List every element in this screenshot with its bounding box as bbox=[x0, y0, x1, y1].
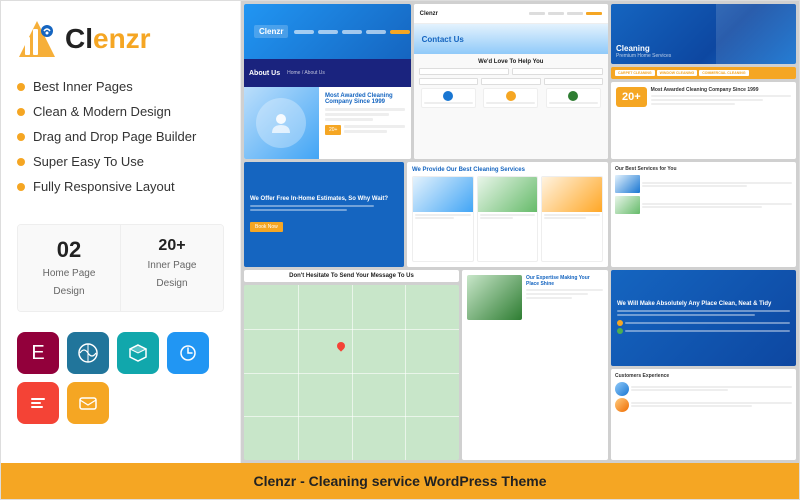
stat-label-2: Inner Page Design bbox=[148, 260, 197, 289]
stat-home-page: 02 Home Page Design bbox=[18, 225, 121, 311]
preview-about-header: Clenzr bbox=[244, 4, 411, 59]
elementorkit-icon bbox=[17, 382, 59, 424]
nav-dot bbox=[342, 30, 362, 34]
footer-text: Clenzr - Cleaning service WordPress Them… bbox=[253, 473, 546, 489]
nav-dot bbox=[318, 30, 338, 34]
customers-title: Customers Experience bbox=[615, 373, 792, 379]
about-us-label: About Us bbox=[249, 70, 280, 77]
best-services-title: Our Best Services for You bbox=[615, 166, 792, 172]
contact-logo-small: Clenzr bbox=[420, 11, 438, 17]
cleaning-subtitle: Premium Home Services bbox=[616, 53, 791, 59]
sidebar: Clenzr Best Inner Pages Clean & Modern D… bbox=[1, 1, 241, 463]
stat-number-2: 20+ bbox=[133, 237, 211, 255]
mailchimp-icon bbox=[67, 382, 109, 424]
stats-row: 02 Home Page Design 20+ Inner Page Desig… bbox=[17, 224, 224, 312]
feature-item-4: Super Easy To Use bbox=[17, 154, 224, 169]
awarded-title-preview: Most Awarded Cleaning Company Since 1999 bbox=[325, 93, 405, 105]
awarded-title-right: Most Awarded Cleaning Company Since 1999 bbox=[651, 87, 791, 93]
cat-tag-3: COMMERCIAL CLEANING bbox=[699, 70, 748, 76]
expertise-title: Our Expertise Making Your Place Shine bbox=[526, 275, 603, 287]
feature-item-2: Clean & Modern Design bbox=[17, 104, 224, 119]
contact-title-tiny: Contact Us bbox=[422, 35, 464, 44]
awarded-number-right: 20+ bbox=[616, 87, 647, 107]
about-breadcrumb: Home / About Us bbox=[287, 70, 325, 76]
icons-grid: E bbox=[17, 332, 224, 424]
preview-logo-small: Clenzr bbox=[254, 25, 288, 38]
nav-dot bbox=[390, 30, 410, 34]
text-bar-3 bbox=[325, 118, 373, 121]
preview-nav-dots bbox=[294, 30, 410, 34]
stat-number-1: 02 bbox=[30, 237, 108, 263]
awarded-number-badge: 20+ bbox=[325, 125, 341, 135]
feature-item-5: Fully Responsive Layout bbox=[17, 179, 224, 194]
preview-about: Clenzr About Us Home / Abo bbox=[244, 4, 411, 159]
preview-contact: Clenzr Contact Us We'd Love To Help You bbox=[414, 4, 608, 159]
dont-hesitate-label: Don't Hesitate To Send Your Message To U… bbox=[244, 270, 459, 282]
make-absolutely-label: We Will Make Absolutely Any Place Clean,… bbox=[617, 301, 790, 307]
cat-tag-2: WINDOW CLEANING bbox=[657, 70, 698, 76]
footer: Clenzr - Cleaning service WordPress Them… bbox=[1, 463, 799, 499]
preview-nav: Clenzr bbox=[254, 25, 401, 38]
main-container: Clenzr Best Inner Pages Clean & Modern D… bbox=[0, 0, 800, 500]
cleaning-hero-label: Cleaning bbox=[616, 44, 791, 53]
cat-tag-1: CARPET CLEANING bbox=[615, 70, 655, 76]
update-icon bbox=[167, 332, 209, 374]
feature-item-3: Drag and Drop Page Builder bbox=[17, 129, 224, 144]
help-title: We'd Love To Help You bbox=[419, 59, 603, 65]
free-estimate-label: We Offer Free In-Home Estimates, So Why … bbox=[250, 196, 388, 202]
wordpress-icon bbox=[67, 332, 109, 374]
provide-title: We Provide Our Best Cleaning Services bbox=[412, 167, 603, 173]
text-bar-2 bbox=[325, 113, 389, 116]
nav-dot bbox=[294, 30, 314, 34]
logo-text: Clenzr bbox=[65, 23, 151, 55]
elementorbox-icon bbox=[117, 332, 159, 374]
nav-dot bbox=[366, 30, 386, 34]
text-bar-1 bbox=[325, 108, 405, 111]
feature-item-1: Best Inner Pages bbox=[17, 79, 224, 94]
content-area: Clenzr Best Inner Pages Clean & Modern D… bbox=[1, 1, 799, 463]
logo-area: Clenzr bbox=[17, 19, 224, 59]
stat-inner-page: 20+ Inner Page Design bbox=[121, 225, 223, 311]
feature-list: Best Inner Pages Clean & Modern Design D… bbox=[17, 79, 224, 204]
elementor-icon: E bbox=[17, 332, 59, 374]
book-now-button[interactable]: Book Now bbox=[250, 222, 283, 232]
logo-icon bbox=[17, 19, 57, 59]
stat-label-1: Home Page Design bbox=[43, 268, 96, 297]
